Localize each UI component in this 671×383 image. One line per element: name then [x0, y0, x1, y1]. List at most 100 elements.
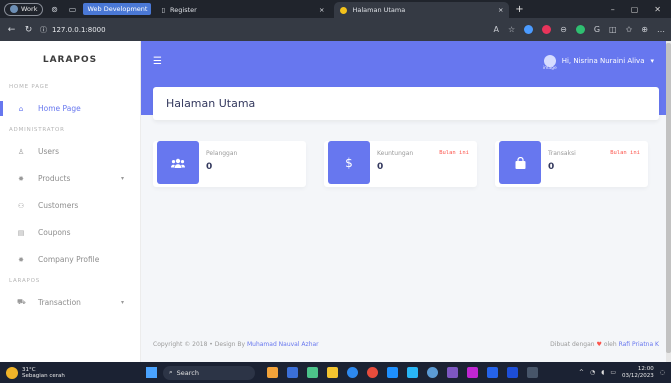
notification-bell-icon[interactable]: ◌ — [660, 369, 665, 376]
search-icon: ⌕ — [169, 368, 173, 376]
close-window-icon[interactable]: ✕ — [654, 5, 661, 14]
weather-text: 31°C Sebagian cerah — [22, 367, 65, 379]
weather-widget[interactable]: 31°C Sebagian cerah — [0, 366, 140, 379]
user-name: Hi, Nisrina Nuraini Aliva — [561, 57, 645, 65]
close-icon[interactable]: × — [319, 6, 324, 14]
wifi-icon[interactable]: ◔ — [590, 369, 595, 376]
app-icon-onenote[interactable] — [447, 367, 458, 378]
clock[interactable]: 12:00 03/12/2023 — [622, 366, 654, 380]
app-icon-explorer[interactable] — [327, 367, 338, 378]
scrollbar-thumb[interactable] — [666, 43, 671, 353]
app-icon-task-view[interactable] — [287, 367, 298, 378]
app-icon-word[interactable] — [507, 367, 518, 378]
tab-actions-icon[interactable]: ▭ — [65, 3, 79, 15]
weather-sun-icon — [6, 366, 18, 379]
app-icon-chrome[interactable] — [367, 367, 378, 378]
minimize-icon[interactable]: – — [611, 5, 615, 14]
stat-value: 0 — [377, 162, 384, 172]
weather-desc: Sebagian cerah — [22, 372, 65, 379]
tab-register[interactable]: ▯ Register × — [155, 2, 330, 18]
sidebar-item-label: Users — [38, 147, 60, 156]
heart-icon: ♥ — [596, 341, 602, 348]
tab-halaman-utama[interactable]: Halaman Utama × — [334, 2, 510, 18]
footer: Copyright © 2018 • Design By Muhamad Nau… — [153, 341, 659, 348]
page-scrollbar[interactable] — [666, 41, 671, 362]
info-icon[interactable]: ⓘ — [40, 25, 47, 35]
footer-author-link[interactable]: Rafi Priatna K — [619, 341, 659, 348]
reload-icon[interactable]: ↻ — [23, 25, 34, 35]
gear-icon: ✸ — [18, 255, 24, 264]
sidebar-section-home: HOME PAGE — [9, 84, 50, 90]
tab-title: Halaman Utama — [352, 6, 406, 14]
browser-tab-bar: Work ⊚ ▭ Web Development ▯ Register × Ha… — [0, 0, 671, 18]
collections-toolbar-icon[interactable]: ⊕ — [641, 25, 648, 34]
extension-blue-icon[interactable] — [524, 25, 534, 34]
page-title: Halaman Utama — [166, 97, 256, 110]
split-screen-icon[interactable]: ◫ — [609, 25, 617, 34]
profile-avatar — [10, 5, 18, 13]
chevron-down-icon: ▾ — [120, 175, 124, 182]
footer-credit-text: Dibuat dengan — [550, 341, 595, 348]
extension-green-icon[interactable] — [575, 25, 585, 34]
brand-logo[interactable]: LARAPOS — [0, 41, 140, 79]
url-text: 127.0.0.1:8000 — [52, 25, 106, 34]
app-icon-telegram[interactable] — [427, 367, 438, 378]
hamburger-menu-icon[interactable]: ☰ — [153, 56, 162, 67]
footer-credit-by: oleh — [603, 341, 617, 348]
maximize-icon[interactable]: ▢ — [631, 5, 639, 14]
workspace-badge[interactable]: Web Development — [83, 3, 152, 15]
sidebar-item-coupons[interactable]: ▤ Coupons — [0, 219, 140, 246]
favorite-star-icon[interactable]: ☆ — [508, 25, 515, 34]
app-icon-store[interactable] — [387, 367, 398, 378]
battery-icon[interactable]: ▭ — [610, 369, 616, 376]
sidebar-item-home-page[interactable]: ⌂ Home Page — [0, 95, 140, 122]
stat-label: Pelanggan — [206, 150, 238, 157]
extension-link-icon[interactable]: ⊖ — [560, 25, 567, 34]
sidebar-item-label: Customers — [38, 201, 79, 210]
sidebar-item-customers[interactable]: ⚇ Customers — [0, 192, 140, 219]
app-icon-chat[interactable] — [307, 367, 318, 378]
app-icon-widgets[interactable] — [267, 367, 278, 378]
url-field[interactable]: ⓘ 127.0.0.1:8000 — [40, 25, 420, 35]
taskbar-search[interactable]: ⌕ Search — [163, 365, 255, 380]
stat-label: Keuntungan — [377, 150, 414, 157]
sidebar-item-label: Company Profile — [38, 255, 100, 264]
refresh-extension-icon[interactable]: G — [594, 25, 600, 34]
search-label: Search — [176, 368, 199, 377]
sidebar-item-transaction[interactable]: ⛟ Transaction ▾ — [0, 289, 140, 316]
stat-label: Transaksi — [548, 150, 576, 157]
windows-start-icon[interactable] — [146, 367, 157, 378]
chevron-up-icon[interactable]: ^ — [579, 369, 584, 376]
system-tray: ^ ◔ ◖ ▭ 12:00 03/12/2023 ◌ — [579, 366, 671, 380]
sidebar-item-users[interactable]: ♙ Users — [0, 138, 140, 165]
stat-value: 0 — [548, 162, 555, 172]
app-icon-vscode[interactable] — [487, 367, 498, 378]
window-controls: – ▢ ✕ — [611, 5, 667, 14]
new-tab-button[interactable]: + — [513, 4, 525, 15]
sidebar-section-administrator: ADMINISTRATOR — [9, 127, 65, 133]
favorites-icon[interactable]: ✩ — [626, 25, 633, 34]
back-icon[interactable]: ← — [6, 25, 17, 35]
sidebar-item-company-profile[interactable]: ✸ Company Profile — [0, 246, 140, 273]
footer-designer-link[interactable]: Muhamad Nauval Azhar — [247, 341, 319, 348]
users-icon — [157, 141, 199, 184]
app-icon-browser[interactable] — [347, 367, 358, 378]
collections-icon[interactable]: ⊚ — [47, 3, 61, 15]
read-aloud-icon[interactable]: A — [493, 25, 498, 34]
page-header: Halaman Utama — [153, 87, 659, 120]
period-badge: Bulan ini — [439, 150, 469, 156]
user-dropdown[interactable]: image Hi, Nisrina Nuraini Aliva ▾ — [543, 55, 654, 71]
stat-value: 0 — [206, 162, 213, 172]
app-icon-mail[interactable] — [407, 367, 418, 378]
app-icon-terminal[interactable] — [527, 367, 538, 378]
more-icon[interactable]: … — [657, 25, 665, 34]
sidebar-item-products[interactable]: ✸ Products ▾ — [0, 165, 140, 192]
chevron-down-icon: ▾ — [650, 57, 654, 65]
extension-red-icon[interactable] — [542, 25, 552, 34]
volume-icon[interactable]: ◖ — [601, 369, 604, 376]
gear-icon: ✸ — [18, 174, 24, 183]
avatar-alt-text: image — [542, 66, 557, 71]
close-icon[interactable]: × — [498, 6, 503, 14]
profile-button[interactable]: Work — [4, 2, 44, 16]
app-icon-gallery[interactable] — [467, 367, 478, 378]
